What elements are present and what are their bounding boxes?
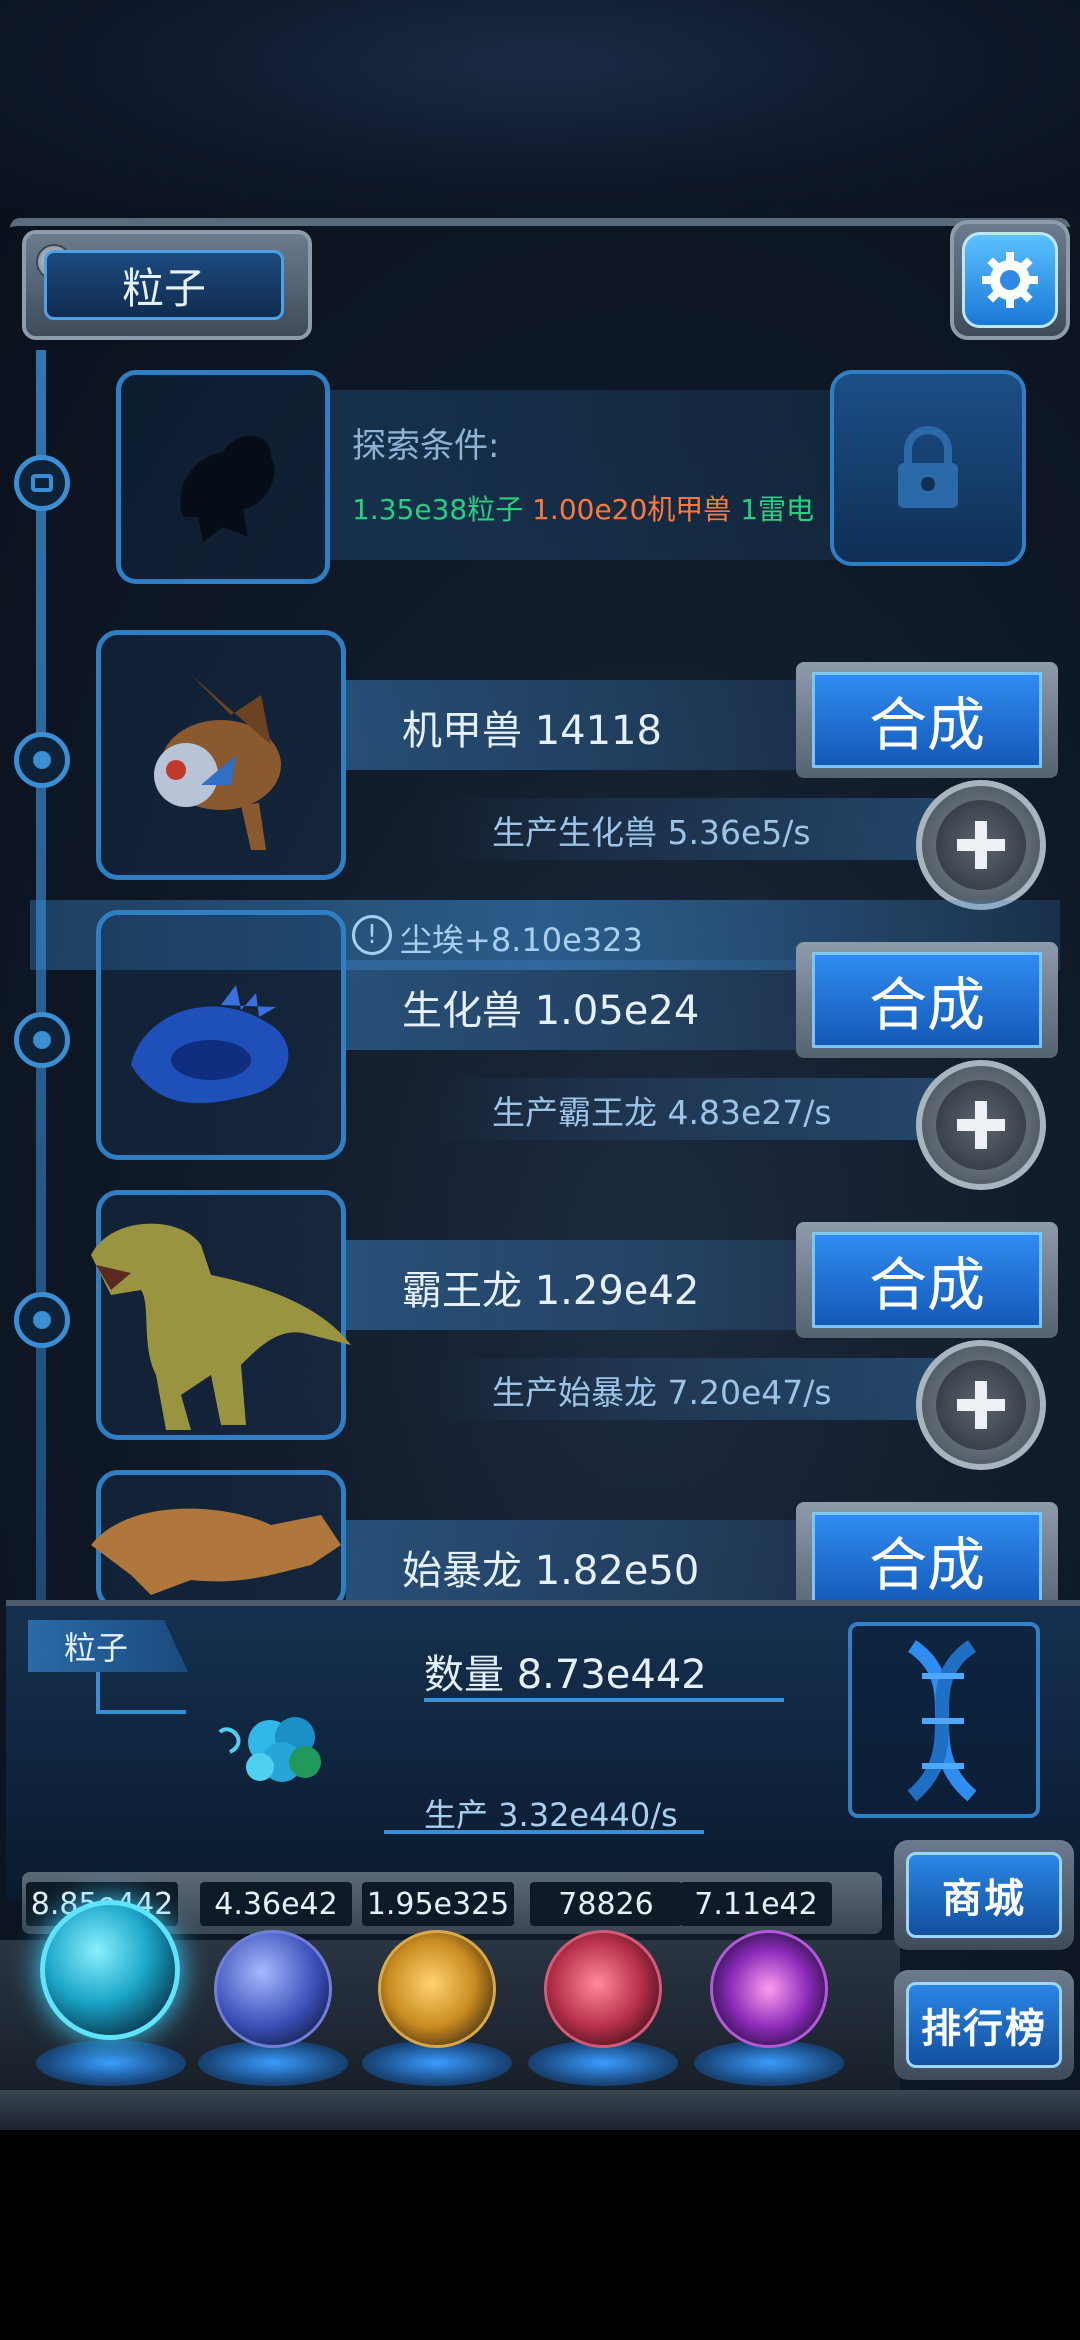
creature-name: 生化兽 1.05e24 [402, 988, 700, 1034]
resource-value-lightning: 4.36e42 [200, 1882, 352, 1926]
plus-button[interactable] [916, 780, 1046, 910]
shop-button[interactable]: 商城 [894, 1840, 1074, 1950]
exclamation-icon: ! [352, 915, 392, 955]
resource-value-dust: 1.95e325 [362, 1882, 514, 1926]
synthesize-button[interactable]: 合成 [796, 942, 1058, 1058]
leaderboard-button[interactable]: 排行榜 [894, 1970, 1074, 2080]
title-panel: 粒子 [22, 230, 312, 340]
dna-icon [848, 1622, 1040, 1818]
timeline-node [14, 1292, 70, 1348]
creature-name: 机甲兽 14118 [402, 708, 662, 754]
creature-name: 始暴龙 1.82e50 [402, 1548, 700, 1594]
mecha-beast-image [96, 630, 346, 880]
creature-row-trex: 霸王龙 1.29e42 生产始暴龙 7.20e47/s 合成 [91, 1190, 1060, 1470]
bottom-blank [0, 2130, 1080, 2340]
explore-locked-row: 探索条件: 1.35e38粒子 1.00e20机甲兽 1雷电 [116, 370, 1026, 584]
particle-rate: 生产 3.32e440/s [424, 1796, 678, 1834]
timeline-node [14, 732, 70, 788]
synthesize-button[interactable]: 合成 [796, 662, 1058, 778]
creature-production: 生产霸王龙 4.83e27/s [492, 1093, 832, 1132]
notice-text: 尘埃+8.10e323 [400, 921, 643, 959]
synthesize-label: 合成 [812, 952, 1042, 1048]
particle-quantity: 数量 8.73e442 [424, 1652, 707, 1698]
plus-button[interactable] [916, 1340, 1046, 1470]
creature-production: 生产生化兽 5.36e5/s [492, 813, 811, 852]
explore-conditions: 1.35e38粒子 1.00e20机甲兽 1雷电 [352, 488, 814, 528]
req-mecha: 1.00e20机甲兽 [532, 493, 732, 526]
plus-button[interactable] [916, 1060, 1046, 1190]
resource-value-brain: 78826 [530, 1882, 682, 1926]
dust-orb-icon[interactable] [378, 1930, 496, 2048]
resource-value-vortex: 7.11e42 [680, 1882, 832, 1926]
proto-tyrannosaur-image [91, 1470, 346, 1610]
explore-label: 探索条件: [352, 426, 500, 466]
timeline-node [14, 1012, 70, 1068]
trex-image [91, 1190, 351, 1440]
circuit-line [96, 1710, 186, 1714]
creature-row-mecha: 机甲兽 14118 生产生化兽 5.36e5/s 合成 [96, 630, 1060, 910]
req-lightning: 1雷电 [740, 493, 815, 526]
creature-production: 生产始暴龙 7.20e47/s [492, 1373, 832, 1412]
plus-icon [957, 821, 1005, 869]
synthesize-label: 合成 [812, 672, 1042, 768]
leaderboard-label: 排行榜 [906, 1982, 1062, 2068]
bio-beast-image [96, 910, 346, 1160]
locked-button[interactable] [830, 370, 1026, 566]
lock-icon [898, 426, 958, 508]
synthesize-label: 合成 [812, 1232, 1042, 1328]
locked-creature-silhouette [116, 370, 330, 584]
particle-cluster-icon [210, 1682, 350, 1802]
settings-button[interactable] [950, 220, 1070, 340]
pedestal [36, 2040, 186, 2086]
gear-icon [982, 252, 1038, 308]
synthesize-button[interactable]: 合成 [796, 1222, 1058, 1338]
synthesize-label: 合成 [812, 1512, 1042, 1608]
info-tag: 粒子 [28, 1620, 188, 1672]
plus-icon [957, 1381, 1005, 1429]
timeline-lock-node [14, 455, 70, 511]
brain-orb-icon[interactable] [544, 1930, 662, 2048]
page-title: 粒子 [44, 250, 284, 320]
circuit-line [96, 1672, 100, 1712]
particle-orb-icon[interactable] [40, 1900, 180, 2040]
vortex-orb-icon[interactable] [710, 1930, 828, 2048]
req-particle: 1.35e38粒子 [352, 493, 524, 526]
creature-name: 霸王龙 1.29e42 [402, 1268, 700, 1314]
shop-label: 商城 [906, 1852, 1062, 1938]
lightning-orb-icon[interactable] [214, 1930, 332, 2048]
game-area: 粒子 探索条件: 1.35e38粒子 1.00e20机甲兽 1雷电 机甲兽 14… [0, 210, 1080, 2130]
base-strip [0, 2090, 1080, 2130]
plus-icon [957, 1101, 1005, 1149]
space-background [0, 0, 1080, 210]
creature-row-proto: 始暴龙 1.82e50 合成 [91, 1470, 1060, 1620]
silhouette-icon [180, 435, 275, 542]
